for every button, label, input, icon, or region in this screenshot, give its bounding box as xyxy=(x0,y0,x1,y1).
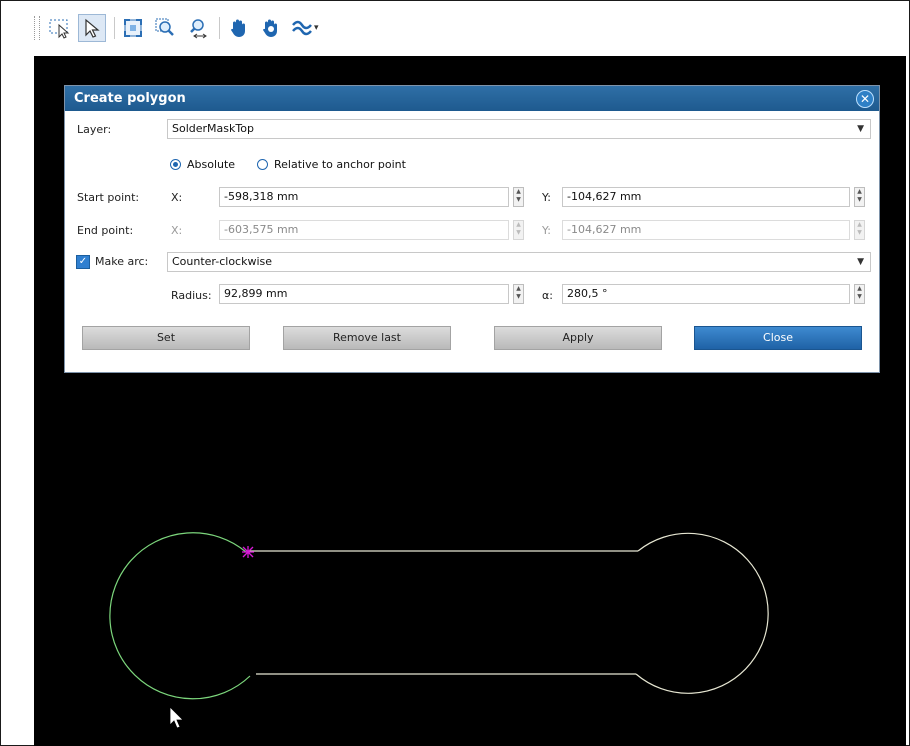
radius-label: Radius: xyxy=(171,289,212,302)
layer-value: SolderMaskTop xyxy=(172,122,254,135)
pointer-select-icon xyxy=(85,18,100,38)
snap-dropdown-icon xyxy=(292,20,312,36)
make-arc-checkbox[interactable]: ✓ xyxy=(76,255,90,269)
zoom-in-out-button[interactable] xyxy=(183,14,211,42)
relative-radio[interactable]: Relative to anchor point xyxy=(257,158,406,171)
arc-direction-value: Counter-clockwise xyxy=(172,255,273,268)
remove-last-button[interactable]: Remove last xyxy=(283,326,451,350)
right-arc xyxy=(635,532,769,694)
pan-hand-alt-button[interactable] xyxy=(256,14,284,42)
radio-unselected-icon xyxy=(257,159,268,170)
arc-direction-dropdown[interactable]: Counter-clockwise ▼ xyxy=(167,252,871,272)
absolute-radio[interactable]: Absolute xyxy=(170,158,235,171)
start-x-input[interactable]: -598,318 mm xyxy=(219,187,509,207)
end-x-input[interactable]: -603,575 mm xyxy=(219,220,509,240)
end-point-label: End point: xyxy=(77,224,134,237)
dialog-body: Layer: SolderMaskTop ▼ Absolute Relative… xyxy=(65,112,879,372)
layer-dropdown[interactable]: SolderMaskTop ▼ xyxy=(167,119,871,139)
absolute-radio-label: Absolute xyxy=(187,158,236,171)
end-y-stepper[interactable]: ▲ ▼ xyxy=(854,220,865,240)
alpha-input[interactable]: 280,5 ° xyxy=(562,284,850,304)
zoom-window-icon xyxy=(155,18,174,36)
relative-radio-label: Relative to anchor point xyxy=(274,158,406,171)
alpha-stepper[interactable]: ▲ ▼ xyxy=(854,284,865,304)
start-y-input[interactable]: -104,627 mm xyxy=(562,187,850,207)
start-point-label: Start point: xyxy=(77,191,140,204)
start-y-stepper[interactable]: ▲ ▼ xyxy=(854,187,865,207)
alpha-label: α: xyxy=(542,289,553,302)
anchor-marker xyxy=(242,546,254,558)
radius-input[interactable]: 92,899 mm xyxy=(219,284,509,304)
close-button[interactable]: Close xyxy=(694,326,862,350)
toolbar-separator xyxy=(219,17,220,39)
pan-hand-icon xyxy=(231,19,245,37)
zoom-window-button[interactable] xyxy=(151,14,179,42)
start-x-label: X: xyxy=(171,191,183,204)
end-y-label: Y: xyxy=(542,224,551,237)
chevron-down-icon[interactable]: ▾ xyxy=(314,23,319,33)
snap-dropdown-button[interactable] xyxy=(288,14,316,42)
end-x-label: X: xyxy=(171,224,183,237)
pointer-select-button[interactable] xyxy=(78,14,106,42)
start-x-stepper[interactable]: ▲ ▼ xyxy=(513,187,524,207)
create-polygon-dialog: Create polygon ✕ Layer: SolderMaskTop ▼ … xyxy=(64,85,880,373)
zoom-fit-icon xyxy=(124,19,142,37)
end-x-stepper[interactable]: ▲ ▼ xyxy=(513,220,524,240)
dialog-title: Create polygon xyxy=(74,91,186,106)
mouse-cursor-icon xyxy=(169,706,184,729)
rectangle-select-icon xyxy=(49,19,70,39)
radio-selected-icon xyxy=(170,159,181,170)
close-icon[interactable]: ✕ xyxy=(856,89,874,108)
toolbar-separator xyxy=(114,17,115,39)
dialog-titlebar[interactable]: Create polygon ✕ xyxy=(65,86,879,111)
toolbar-grip[interactable] xyxy=(34,16,40,40)
make-arc-label: Make arc: xyxy=(95,255,149,268)
zoom-in-out-icon xyxy=(190,19,207,39)
rectangle-select-button[interactable] xyxy=(46,14,74,42)
arc-in-progress xyxy=(109,532,251,700)
chevron-down-icon: ▼ xyxy=(857,257,864,267)
layer-label: Layer: xyxy=(77,123,112,136)
start-y-label: Y: xyxy=(542,191,551,204)
chevron-down-icon: ▼ xyxy=(857,124,864,134)
pan-hand-button[interactable] xyxy=(224,14,252,42)
radius-stepper[interactable]: ▲ ▼ xyxy=(513,284,524,304)
set-button[interactable]: Set xyxy=(82,326,250,350)
pan-hand-alt-icon xyxy=(263,19,277,37)
apply-button[interactable]: Apply xyxy=(494,326,662,350)
toolbar: ▾ xyxy=(34,14,319,42)
end-y-input[interactable]: -104,627 mm xyxy=(562,220,850,240)
zoom-fit-button[interactable] xyxy=(119,14,147,42)
